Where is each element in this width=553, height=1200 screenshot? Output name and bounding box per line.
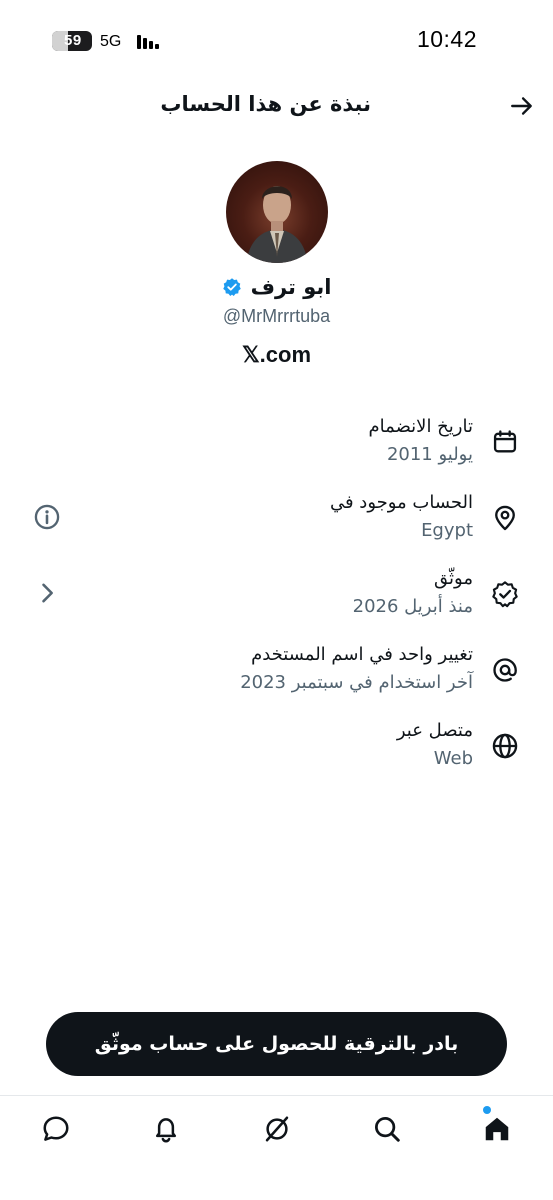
username-change-label: تغيير واحد في اسم المستخدم [251, 644, 473, 665]
arrow-right-icon[interactable] [509, 93, 535, 119]
connected-via-label: متصل عبر [396, 720, 473, 741]
globe-icon [492, 733, 518, 759]
info-row-location: الحساب موجود في Egypt [0, 488, 553, 558]
handle: @MrMrrrtuba [222, 306, 331, 326]
clock: 10:42 [416, 26, 477, 52]
verified-badge-icon [222, 278, 241, 296]
join-date-value: يوليو 2011 [386, 444, 473, 465]
at-sign-icon [493, 658, 517, 682]
signal-strength-icon [137, 35, 159, 49]
info-row-verified[interactable]: موثّق منذ أبريل 2026 [0, 564, 553, 634]
battery-level: 59 [64, 32, 82, 49]
notification-dot [483, 1106, 491, 1114]
info-row-join-date: تاريخ الانضمام يوليو 2011 [0, 412, 553, 482]
search-icon[interactable] [372, 1114, 402, 1144]
battery-indicator: 59 [52, 31, 92, 51]
home-icon[interactable] [482, 1114, 512, 1144]
status-bar: 59 5G 10:42 [0, 0, 553, 80]
verified-value: منذ أبريل 2026 [352, 596, 473, 617]
chat-icon[interactable] [41, 1114, 71, 1144]
join-date-label: تاريخ الانضمام [368, 416, 473, 437]
info-circle-icon[interactable] [33, 503, 61, 531]
page-title: نبذة عن هذا الحساب [160, 92, 371, 116]
display-name: ابو ترف [250, 275, 332, 299]
location-value: Egypt [421, 520, 473, 541]
bell-icon[interactable] [151, 1114, 181, 1144]
network-type: 5G [100, 33, 122, 50]
verified-badge-icon [492, 581, 518, 608]
avatar-image [246, 186, 308, 263]
display-name-row: ابو ترف [0, 275, 553, 299]
username-change-value: آخر استخدام في سبتمبر 2023 [240, 672, 473, 693]
location-pin-icon [495, 505, 515, 531]
avatar[interactable] [226, 161, 328, 263]
about-account-screen: 59 5G 10:42 نبذة عن هذا الحساب ابو ترف @… [0, 0, 553, 1200]
verified-label: موثّق [434, 568, 473, 589]
location-label: الحساب موجود في [329, 492, 473, 513]
info-row-connected-via: متصل عبر Web [0, 716, 553, 786]
bottom-nav [0, 1095, 553, 1200]
connected-via-value: Web [433, 748, 473, 769]
header: نبذة عن هذا الحساب [0, 80, 553, 132]
calendar-icon [493, 430, 517, 453]
upgrade-verified-button[interactable]: بادر بالترقية للحصول على حساب موثّق [46, 1012, 507, 1076]
site-link[interactable]: 𝕏.com [0, 342, 553, 368]
grok-icon[interactable] [262, 1114, 292, 1144]
info-row-username-change: تغيير واحد في اسم المستخدم آخر استخدام ف… [0, 640, 553, 710]
chevron-left-icon[interactable] [33, 579, 61, 607]
